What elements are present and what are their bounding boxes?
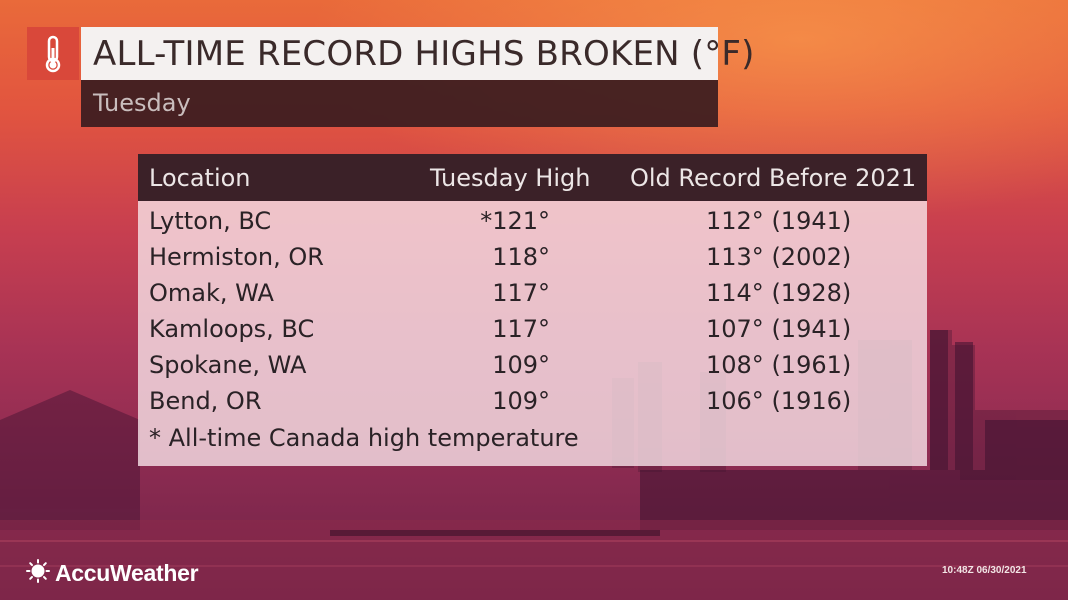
table-row: Omak, WA 117° 114° (1928): [138, 279, 927, 315]
old-record-cell: 114° (1928): [706, 279, 852, 307]
subtitle-banner: Tuesday: [81, 80, 718, 127]
accuweather-logo: AccuWeather: [26, 559, 199, 587]
location-cell: Kamloops, BC: [149, 315, 315, 343]
location-cell: Spokane, WA: [149, 351, 307, 379]
high-cell: 109°: [492, 387, 550, 415]
brand-name: AccuWeather: [55, 559, 199, 586]
page-title: ALL-TIME RECORD HIGHS BROKEN (°F): [93, 34, 755, 74]
location-cell: Omak, WA: [149, 279, 274, 307]
column-header-old-record: Old Record Before 2021: [630, 164, 917, 192]
old-record-cell: 106° (1916): [706, 387, 852, 415]
column-header-location: Location: [149, 164, 251, 192]
table-row: Bend, OR 109° 106° (1916): [138, 387, 927, 423]
records-table: Lytton, BC *121° 112° (1941) Hermiston, …: [138, 201, 927, 466]
page-subtitle: Tuesday: [93, 89, 191, 117]
high-cell: 117°: [492, 279, 550, 307]
table-header: Location Tuesday High Old Record Before …: [138, 154, 927, 201]
location-cell: Lytton, BC: [149, 207, 272, 235]
high-cell: 117°: [492, 315, 550, 343]
sun-icon: [26, 559, 50, 587]
table-footnote: * All-time Canada high temperature: [149, 424, 579, 452]
thermometer-icon: [27, 27, 79, 80]
old-record-cell: 107° (1941): [706, 315, 852, 343]
old-record-cell: 112° (1941): [706, 207, 852, 235]
old-record-cell: 108° (1961): [706, 351, 852, 379]
title-banner: ALL-TIME RECORD HIGHS BROKEN (°F): [81, 27, 754, 80]
column-header-tuesday-high: Tuesday High: [430, 164, 591, 192]
table-row: Spokane, WA 109° 108° (1961): [138, 351, 927, 387]
old-record-cell: 113° (2002): [706, 243, 852, 271]
location-cell: Bend, OR: [149, 387, 262, 415]
high-cell: 109°: [492, 351, 550, 379]
high-cell: 118°: [492, 243, 550, 271]
location-cell: Hermiston, OR: [149, 243, 324, 271]
timestamp: 10:48Z 06/30/2021: [942, 565, 1027, 576]
high-cell: *121°: [480, 207, 550, 235]
table-row: Kamloops, BC 117° 107° (1941): [138, 315, 927, 351]
table-row: Hermiston, OR 118° 113° (2002): [138, 243, 927, 279]
table-row: Lytton, BC *121° 112° (1941): [138, 207, 927, 243]
